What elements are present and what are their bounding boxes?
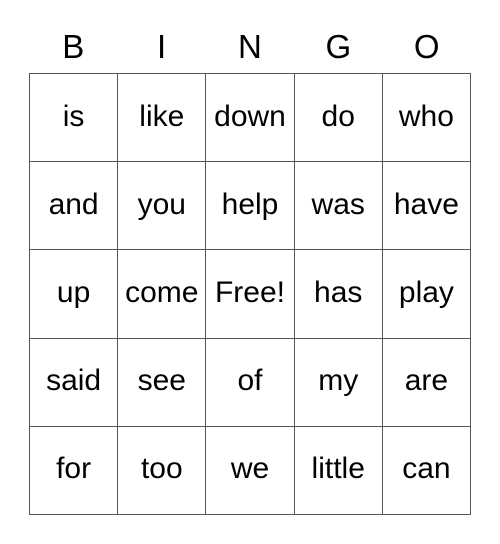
bingo-cell-label: have — [393, 187, 459, 221]
header-letter-text: B — [62, 28, 85, 65]
bingo-cell-label: come — [125, 275, 199, 309]
bingo-cell-label: who — [398, 99, 454, 133]
bingo-cell[interactable]: do — [294, 74, 383, 163]
bingo-cell[interactable]: are — [382, 338, 472, 427]
bingo-header-letter-i: I — [117, 20, 205, 73]
bingo-cell-label: for — [56, 452, 92, 486]
bingo-cell[interactable]: like — [118, 74, 207, 163]
bingo-cell[interactable]: said — [30, 338, 119, 427]
header-letter-text: O — [413, 28, 440, 65]
bingo-cell-label: you — [137, 187, 186, 221]
bingo-free-space-cell[interactable]: Free! — [206, 250, 295, 339]
header-letter-text: I — [157, 28, 167, 65]
bingo-row: up come Free! has play — [30, 250, 472, 339]
bingo-cell[interactable]: is — [30, 74, 119, 163]
bingo-cell[interactable]: you — [118, 162, 207, 251]
bingo-cell[interactable]: too — [118, 426, 207, 515]
bingo-cell-label: was — [311, 187, 365, 221]
bingo-cell-label: are — [404, 364, 449, 398]
bingo-cell-label: down — [214, 99, 286, 133]
bingo-row: for too we little can — [30, 426, 472, 515]
bingo-cell[interactable]: my — [294, 338, 383, 427]
header-letter-text: G — [325, 28, 352, 65]
bingo-cell[interactable]: little — [294, 426, 383, 515]
bingo-cell-label: can — [402, 452, 451, 486]
bingo-cell[interactable]: we — [206, 426, 295, 515]
bingo-cell-label: do — [321, 99, 355, 133]
bingo-cell[interactable]: help — [206, 162, 295, 251]
bingo-cell[interactable]: have — [382, 162, 472, 251]
bingo-cell[interactable]: has — [294, 250, 383, 339]
bingo-row: said see of my are — [30, 338, 472, 427]
bingo-cell-label: too — [140, 452, 183, 486]
bingo-cell-label: like — [139, 99, 185, 133]
bingo-cell-label: said — [46, 364, 102, 398]
bingo-header-letter-g: G — [294, 20, 382, 73]
bingo-cell[interactable]: of — [206, 338, 295, 427]
bingo-header-letter-b: B — [29, 20, 117, 73]
bingo-cell-label: and — [48, 187, 99, 221]
bingo-header-letter-o: O — [383, 20, 471, 73]
bingo-cell[interactable]: down — [206, 74, 295, 163]
bingo-cell-label: help — [221, 187, 279, 221]
bingo-cell-label: of — [237, 364, 263, 398]
bingo-row: is like down do who — [30, 74, 472, 163]
bingo-cell[interactable]: up — [30, 250, 119, 339]
bingo-cell-label: little — [311, 452, 365, 486]
bingo-header-letter-n: N — [206, 20, 294, 73]
header-letter-text: N — [238, 28, 262, 65]
bingo-cell-label: we — [230, 452, 270, 486]
bingo-cell-label: up — [56, 275, 91, 309]
bingo-row: and you help was have — [30, 162, 472, 251]
bingo-cell[interactable]: come — [118, 250, 207, 339]
bingo-cell[interactable]: for — [30, 426, 119, 515]
bingo-cell[interactable]: and — [30, 162, 119, 251]
bingo-cell-label: see — [137, 364, 186, 398]
bingo-cell-label: is — [62, 99, 85, 133]
bingo-cell[interactable]: see — [118, 338, 207, 427]
bingo-grid: is like down do who and you help was hav… — [29, 73, 472, 515]
bingo-free-space-label: Free! — [214, 275, 286, 309]
bingo-cell[interactable]: was — [294, 162, 383, 251]
bingo-card: B I N G O is like down do who and you he… — [29, 20, 472, 515]
bingo-cell-label: my — [318, 364, 359, 398]
bingo-cell-label: has — [314, 275, 363, 309]
bingo-cell[interactable]: who — [382, 74, 472, 163]
bingo-cell[interactable]: can — [382, 426, 472, 515]
bingo-cell-label: play — [398, 275, 454, 309]
bingo-cell[interactable]: play — [382, 250, 472, 339]
bingo-header-row: B I N G O — [29, 20, 471, 73]
